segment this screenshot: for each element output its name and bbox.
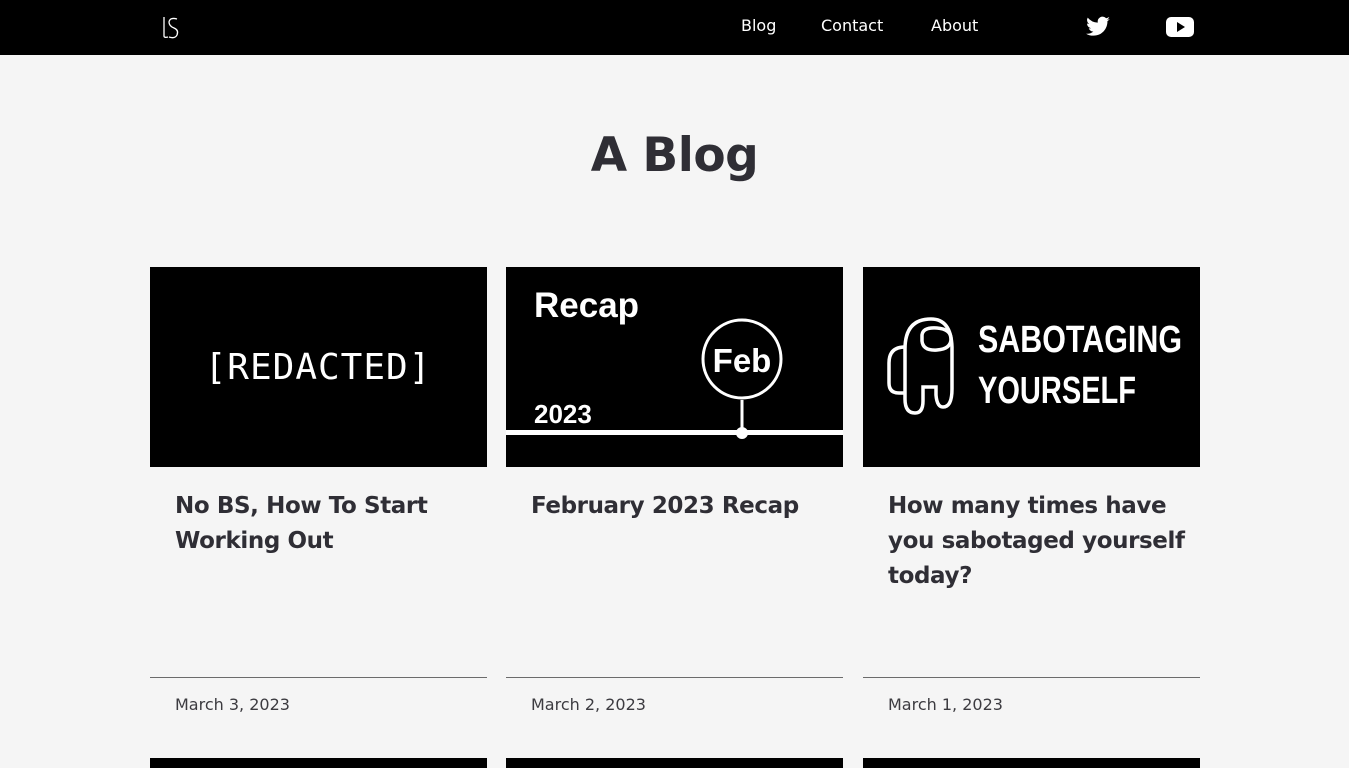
post-card[interactable]: Recap 2023 Feb February 2023 Recap March… [506,267,843,727]
post-thumbnail[interactable]: [REDACTED] [150,267,487,467]
post-thumbnail-partial[interactable] [863,758,1200,768]
post-date: March 1, 2023 [888,695,1003,714]
post-thumbnail-partial[interactable] [506,758,843,768]
thumbnail-text: [REDACTED] [205,347,432,388]
post-title[interactable]: No BS, How To Start Working Out [175,489,475,559]
post-card[interactable]: [REDACTED] No BS, How To Start Working O… [150,267,487,727]
card-divider [863,677,1200,678]
post-title[interactable]: How many times have you sabotaged yourse… [888,489,1188,594]
nav-contact-link[interactable]: Contact [821,16,883,35]
thumbnail-text: 2023 [534,399,592,429]
post-title[interactable]: February 2023 Recap [531,489,831,524]
timeline-line [506,430,843,435]
card-divider [150,677,487,678]
post-thumbnail[interactable]: Recap 2023 Feb [506,267,843,467]
post-thumbnail-partial[interactable] [150,758,487,768]
youtube-icon[interactable] [1165,14,1195,40]
card-divider [506,677,843,678]
post-date: March 2, 2023 [531,695,646,714]
thumbnail-text: Feb [713,342,772,379]
top-nav-bar: Blog Contact About [0,0,1349,55]
post-card[interactable]: SABOTAGING YOURSELF How many times have … [863,267,1200,727]
thumbnail-text: Recap [534,286,639,325]
timeline-dot [736,427,748,439]
thumbnail-text: YOURSELF [978,370,1136,412]
nav-about-link[interactable]: About [931,16,978,35]
thumbnail-text: SABOTAGING [978,319,1182,361]
ls-logo[interactable] [160,14,182,40]
post-thumbnail[interactable]: SABOTAGING YOURSELF [863,267,1200,467]
post-date: March 3, 2023 [175,695,290,714]
page-title: A Blog [590,128,759,183]
nav-blog-link[interactable]: Blog [741,16,776,35]
twitter-icon[interactable] [1083,14,1113,40]
